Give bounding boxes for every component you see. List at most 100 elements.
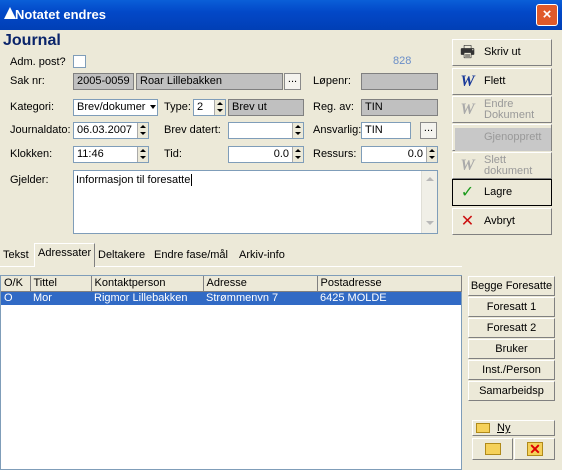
record-number: 828 bbox=[393, 55, 412, 67]
edit-document-icon: W bbox=[460, 101, 475, 118]
inst-person-button[interactable]: Inst./Person bbox=[468, 360, 555, 380]
type-number-field[interactable]: 2 bbox=[193, 99, 226, 116]
new-button[interactable]: Ny bbox=[472, 420, 555, 436]
delete-document-icon: W bbox=[460, 157, 475, 174]
scroll-up-icon[interactable] bbox=[426, 177, 434, 181]
sak-browse-button[interactable]: ... bbox=[284, 73, 301, 90]
foresatt-1-button[interactable]: Foresatt 1 bbox=[468, 297, 555, 317]
ressurs-spinner-icon[interactable] bbox=[426, 147, 437, 162]
kategori-value: Brev/dokumer bbox=[77, 101, 146, 113]
table-cell: Strømmenvn 7 bbox=[206, 292, 279, 305]
journaldato-spinner-icon[interactable] bbox=[137, 123, 148, 138]
addressee-table[interactable]: O/K Tittel Kontaktperson Adresse Postadresse… bbox=[0, 275, 462, 470]
foresatt-2-button[interactable]: Foresatt 2 bbox=[468, 318, 555, 338]
skriv-ut-button[interactable]: 🖶 Skriv ut bbox=[452, 39, 552, 66]
scroll-down-icon[interactable] bbox=[426, 221, 434, 225]
slett-dokument-button[interactable]: W Slett dokument bbox=[452, 152, 552, 179]
ansvarlig-label: Ansvarlig: bbox=[313, 124, 362, 136]
avbryt-button[interactable]: ✕ Avbryt bbox=[452, 208, 552, 235]
endre-dokument-button[interactable]: W Endre Dokument bbox=[452, 96, 552, 123]
tid-field[interactable]: 0.0 bbox=[228, 146, 304, 163]
action-button-label: Skriv ut bbox=[484, 46, 521, 58]
chevron-down-icon bbox=[150, 105, 156, 109]
tab-label: Endre fase/mål bbox=[154, 249, 228, 261]
open-folder-button[interactable] bbox=[472, 438, 513, 460]
column-header[interactable]: O/K bbox=[1, 276, 31, 292]
flett-button[interactable]: W Flett bbox=[452, 68, 552, 95]
column-header[interactable]: Adresse bbox=[203, 276, 318, 292]
begge-foresatte-button[interactable]: Begge Foresatte bbox=[468, 276, 555, 296]
ansvarlig-browse-button[interactable]: ... bbox=[420, 122, 437, 139]
tid-spinner-icon[interactable] bbox=[292, 147, 303, 162]
column-header[interactable]: Tittel bbox=[30, 276, 92, 292]
table-cell: Rigmor Lillebakken bbox=[94, 292, 188, 305]
lagre-button[interactable]: ✓ Lagre bbox=[452, 179, 552, 206]
tab-deltakere[interactable]: Deltakere bbox=[95, 246, 148, 266]
ressurs-value: 0.0 bbox=[407, 148, 423, 160]
sak-nr-label: Sak nr: bbox=[10, 75, 45, 87]
tid-label: Tid: bbox=[164, 148, 182, 160]
reg-av-field[interactable]: TIN bbox=[361, 99, 438, 116]
ansvarlig-field[interactable]: TIN bbox=[361, 122, 411, 139]
window-title: Notatet endres bbox=[15, 7, 107, 22]
klokken-value: 11:46 bbox=[77, 148, 104, 160]
ressurs-field[interactable]: 0.0 bbox=[361, 146, 438, 163]
kategori-select[interactable]: Brev/dokumer bbox=[73, 99, 158, 116]
klokken-label: Klokken: bbox=[10, 148, 53, 160]
merge-icon: W bbox=[460, 73, 475, 90]
table-cell: O bbox=[4, 292, 13, 305]
delete-folder-icon: ✕ bbox=[527, 442, 543, 456]
close-icon: × bbox=[542, 6, 552, 23]
sak-nr-field[interactable]: 2005-0059 bbox=[73, 73, 134, 90]
type-label: Type: bbox=[164, 101, 191, 113]
klokken-field[interactable]: 11:46 bbox=[73, 146, 149, 163]
type-spinner-icon[interactable] bbox=[214, 100, 225, 115]
reg-av-label: Reg. av: bbox=[313, 101, 354, 113]
printer-icon: 🖶 bbox=[459, 44, 476, 61]
text-caret bbox=[191, 174, 193, 186]
samarbeidsp-button[interactable]: Samarbeidsp bbox=[468, 381, 555, 401]
journaldato-label: Journaldato: bbox=[10, 124, 71, 136]
cancel-x-icon: ✕ bbox=[460, 213, 475, 230]
tab-tekst[interactable]: Tekst bbox=[0, 246, 32, 266]
journaldato-field[interactable]: 06.03.2007 bbox=[73, 122, 149, 139]
tab-label: Tekst bbox=[3, 249, 29, 261]
lopenr-field[interactable] bbox=[361, 73, 438, 90]
tab-label: Adressater bbox=[38, 247, 92, 259]
gjenopprett-button[interactable]: Gjenopprett bbox=[452, 124, 552, 151]
close-button[interactable]: × bbox=[536, 4, 558, 26]
table-cell: 6425 MOLDE bbox=[320, 292, 387, 305]
adm-post-checkbox[interactable] bbox=[73, 55, 86, 68]
action-button-label: Lagre bbox=[484, 186, 513, 198]
klokken-spinner-icon[interactable] bbox=[137, 147, 148, 162]
type-number-value: 2 bbox=[197, 101, 204, 113]
table-row[interactable]: O Mor Rigmor Lillebakken Strømmenvn 7 6425 M… bbox=[1, 291, 461, 305]
column-header[interactable]: Postadresse bbox=[317, 276, 462, 292]
tab-arkiv-info[interactable]: Arkiv-info bbox=[236, 246, 288, 266]
gjelder-text: Informasjon til foresatte bbox=[76, 174, 193, 186]
brev-datert-field[interactable] bbox=[228, 122, 304, 139]
action-button-label: Gjenopprett bbox=[484, 131, 542, 143]
kategori-label: Kategori: bbox=[10, 101, 55, 113]
tid-value: 0.0 bbox=[273, 148, 289, 160]
page-title: Journal bbox=[3, 32, 61, 49]
tab-label: Deltakere bbox=[98, 249, 146, 261]
gjelder-scrollbar[interactable] bbox=[421, 171, 437, 233]
tab-endre-fase[interactable]: Endre fase/mål bbox=[151, 246, 231, 266]
new-button-label: Ny bbox=[497, 422, 511, 434]
action-button-label: Slett dokument bbox=[484, 154, 533, 177]
action-button-label: Avbryt bbox=[484, 215, 515, 227]
folder-icon bbox=[476, 423, 490, 433]
bruker-button[interactable]: Bruker bbox=[468, 339, 555, 359]
checkmark-icon: ✓ bbox=[460, 184, 475, 201]
title-bar[interactable]: Notatet endres × bbox=[0, 0, 562, 30]
column-header[interactable]: Kontaktperson bbox=[91, 276, 204, 292]
delete-folder-button[interactable]: ✕ bbox=[514, 438, 555, 460]
brev-datert-spinner-icon[interactable] bbox=[292, 123, 303, 138]
sak-name-field[interactable]: Roar Lillebakken bbox=[136, 73, 283, 90]
journaldato-value: 06.03.2007 bbox=[77, 124, 133, 136]
tab-label: Arkiv-info bbox=[239, 249, 285, 261]
tab-adressater[interactable]: Adressater bbox=[34, 243, 96, 267]
gjelder-textarea[interactable]: Informasjon til foresatte bbox=[73, 170, 438, 234]
type-name-field[interactable]: Brev ut bbox=[228, 99, 304, 116]
